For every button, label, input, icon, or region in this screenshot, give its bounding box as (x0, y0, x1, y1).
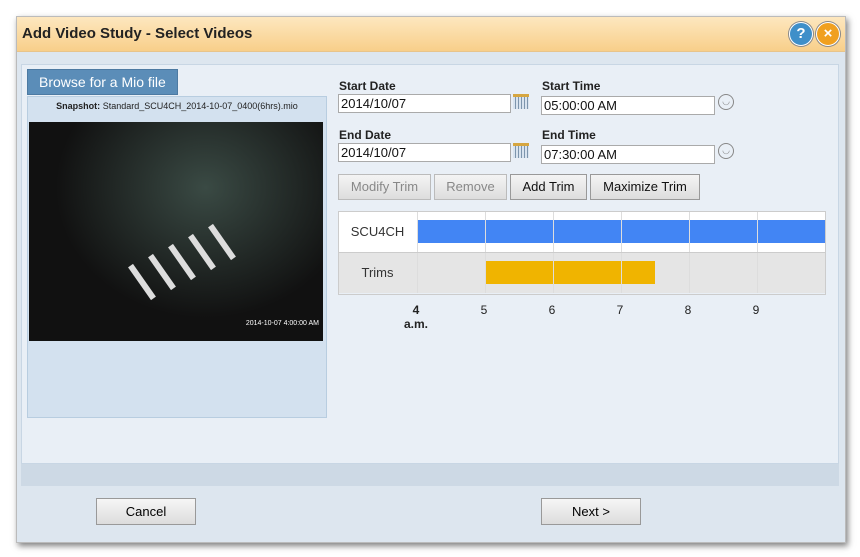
add-video-study-dialog: Add Video Study - Select Videos ? × Brow… (16, 16, 846, 543)
video-timestamp: 2014-10-07 4:00:00 AM (245, 320, 319, 327)
snapshot-file: Standard_SCU4CH_2014-10-07_0400(6hrs).mi… (102, 101, 298, 111)
clock-icon[interactable]: ◡ (718, 143, 734, 159)
grid-line (621, 212, 622, 252)
browse-mio-button[interactable]: Browse for a Mio file (27, 69, 178, 95)
trim-bar[interactable] (485, 261, 655, 284)
start-time-input[interactable]: 05:00:00 AM (541, 96, 715, 115)
axis-tick-label: 7 (616, 303, 624, 317)
add-trim-button[interactable]: Add Trim (510, 174, 587, 200)
dialog-header: Add Video Study - Select Videos ? × (17, 17, 845, 52)
axis-tick-label: 4 a.m. (401, 303, 431, 331)
modify-trim-button[interactable]: Modify Trim (338, 174, 431, 200)
snapshot-label: Snapshot: (56, 101, 101, 111)
end-date-input[interactable]: 2014/10/07 (338, 143, 511, 162)
snapshot-panel: Snapshot: Standard_SCU4CH_2014-10-07_040… (27, 96, 327, 418)
timeline-row-trims: Trims (339, 253, 825, 293)
row-label: Trims (361, 265, 394, 280)
axis-tick-sublabel: a.m. (403, 317, 428, 331)
grid-line (485, 253, 486, 293)
grid-line (621, 253, 622, 293)
grid-line (553, 253, 554, 293)
axis-tick-label: 6 (548, 303, 556, 317)
calendar-icon[interactable] (513, 94, 529, 109)
end-date-label: End Date (339, 128, 392, 142)
timeline-row-video: SCU4CH (339, 212, 825, 253)
start-time-label: Start Time (542, 79, 601, 93)
cancel-button[interactable]: Cancel (96, 498, 196, 525)
grid-line (553, 212, 554, 252)
grid-line (689, 253, 690, 293)
video-snapshot: 2014-10-07 4:00:00 AM (29, 122, 323, 341)
remove-button[interactable]: Remove (434, 174, 507, 200)
start-date-label: Start Date (339, 79, 396, 93)
help-icon[interactable]: ? (789, 22, 813, 46)
axis-tick-label: 5 (480, 303, 488, 317)
grid-line (417, 212, 418, 252)
end-time-label: End Time (542, 128, 596, 142)
axis-tick-label: 8 (684, 303, 692, 317)
calendar-icon[interactable] (513, 143, 529, 158)
timeline-chart: SCU4CH Trims (338, 211, 826, 295)
content-panel: Browse for a Mio file Snapshot: Standard… (21, 64, 839, 464)
grid-line (417, 253, 418, 293)
close-icon[interactable]: × (816, 22, 840, 46)
end-time-input[interactable]: 07:30:00 AM (541, 145, 715, 164)
start-date-input[interactable]: 2014/10/07 (338, 94, 511, 113)
next-button[interactable]: Next > (541, 498, 641, 525)
row-label: SCU4CH (350, 224, 405, 239)
axis-tick-label: 9 (752, 303, 760, 317)
grid-line (757, 253, 758, 293)
footer-band (21, 464, 839, 486)
grid-line (689, 212, 690, 252)
grid-line (485, 212, 486, 252)
snapshot-caption: Snapshot: Standard_SCU4CH_2014-10-07_040… (28, 101, 326, 111)
dialog-title: Add Video Study - Select Videos (22, 25, 253, 42)
clock-icon[interactable]: ◡ (718, 94, 734, 110)
maximize-trim-button[interactable]: Maximize Trim (590, 174, 700, 200)
grid-line (757, 212, 758, 252)
